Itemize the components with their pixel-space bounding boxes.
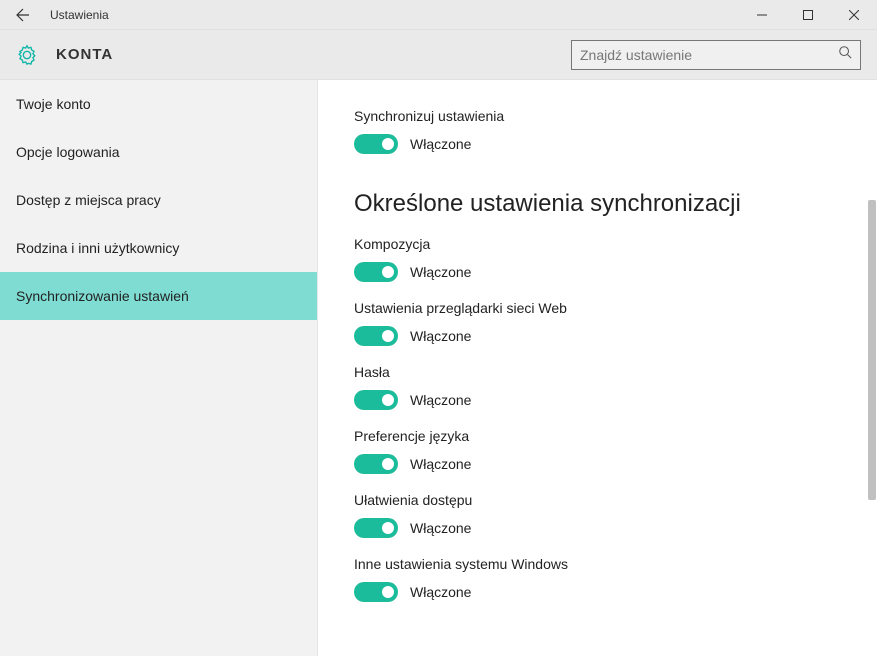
window-title: Ustawienia xyxy=(46,8,739,22)
scrollbar-thumb[interactable] xyxy=(868,200,876,500)
browser-toggle-row: Włączone xyxy=(354,326,841,346)
toggle-knob xyxy=(382,330,394,342)
content-scroll: Synchronizuj ustawienia Włączone Określo… xyxy=(318,80,877,656)
theme-state: Włączone xyxy=(410,264,471,280)
toggle-knob xyxy=(382,522,394,534)
toggle-knob xyxy=(382,586,394,598)
accessibility-toggle-row: Włączone xyxy=(354,518,841,538)
language-toggle[interactable] xyxy=(354,454,398,474)
page-title: KONTA xyxy=(56,46,571,63)
browser-toggle[interactable] xyxy=(354,326,398,346)
sync-main-toggle-row: Włączone xyxy=(354,134,841,154)
sidebar-item-sync-settings[interactable]: Synchronizowanie ustawień xyxy=(0,272,317,320)
settings-gear-icon xyxy=(16,44,38,66)
language-label: Preferencje języka xyxy=(354,428,841,444)
other-windows-toggle[interactable] xyxy=(354,582,398,602)
sidebar-item-login-options[interactable]: Opcje logowania xyxy=(0,128,317,176)
scrollbar-track[interactable] xyxy=(863,80,877,656)
maximize-button[interactable] xyxy=(785,0,831,30)
passwords-toggle[interactable] xyxy=(354,390,398,410)
other-windows-state: Włączone xyxy=(410,584,471,600)
other-windows-label: Inne ustawienia systemu Windows xyxy=(354,556,841,572)
passwords-state: Włączone xyxy=(410,392,471,408)
close-button[interactable] xyxy=(831,0,877,30)
toggle-knob xyxy=(382,266,394,278)
maximize-icon xyxy=(803,10,813,20)
theme-label: Kompozycja xyxy=(354,236,841,252)
passwords-toggle-row: Włączone xyxy=(354,390,841,410)
back-arrow-icon xyxy=(15,7,31,23)
browser-label: Ustawienia przeglądarki sieci Web xyxy=(354,300,841,316)
theme-toggle-row: Włączone xyxy=(354,262,841,282)
browser-state: Włączone xyxy=(410,328,471,344)
toggle-knob xyxy=(382,138,394,150)
accessibility-label: Ułatwienia dostępu xyxy=(354,492,841,508)
toggle-knob xyxy=(382,394,394,406)
header: KONTA xyxy=(0,30,877,80)
content-area: Synchronizuj ustawienia Włączone Określo… xyxy=(318,80,877,656)
minimize-button[interactable] xyxy=(739,0,785,30)
theme-toggle[interactable] xyxy=(354,262,398,282)
search-icon xyxy=(838,45,852,64)
sidebar-item-account[interactable]: Twoje konto xyxy=(0,80,317,128)
language-toggle-row: Włączone xyxy=(354,454,841,474)
accessibility-state: Włączone xyxy=(410,520,471,536)
toggle-knob xyxy=(382,458,394,470)
sync-main-label: Synchronizuj ustawienia xyxy=(354,108,841,124)
window-controls xyxy=(739,0,877,30)
language-state: Włączone xyxy=(410,456,471,472)
close-icon xyxy=(849,10,859,20)
accessibility-toggle[interactable] xyxy=(354,518,398,538)
other-windows-toggle-row: Włączone xyxy=(354,582,841,602)
minimize-icon xyxy=(757,10,767,20)
sidebar-item-family[interactable]: Rodzina i inni użytkownicy xyxy=(0,224,317,272)
body: Twoje konto Opcje logowania Dostęp z mie… xyxy=(0,80,877,656)
sync-main-toggle[interactable] xyxy=(354,134,398,154)
passwords-label: Hasła xyxy=(354,364,841,380)
sync-main-state: Włączone xyxy=(410,136,471,152)
back-button[interactable] xyxy=(0,0,46,30)
titlebar: Ustawienia xyxy=(0,0,877,30)
section-title: Określone ustawienia synchronizacji xyxy=(354,190,841,218)
search-box[interactable] xyxy=(571,40,861,70)
search-input[interactable] xyxy=(580,47,838,63)
sidebar: Twoje konto Opcje logowania Dostęp z mie… xyxy=(0,80,318,656)
sidebar-item-work-access[interactable]: Dostęp z miejsca pracy xyxy=(0,176,317,224)
